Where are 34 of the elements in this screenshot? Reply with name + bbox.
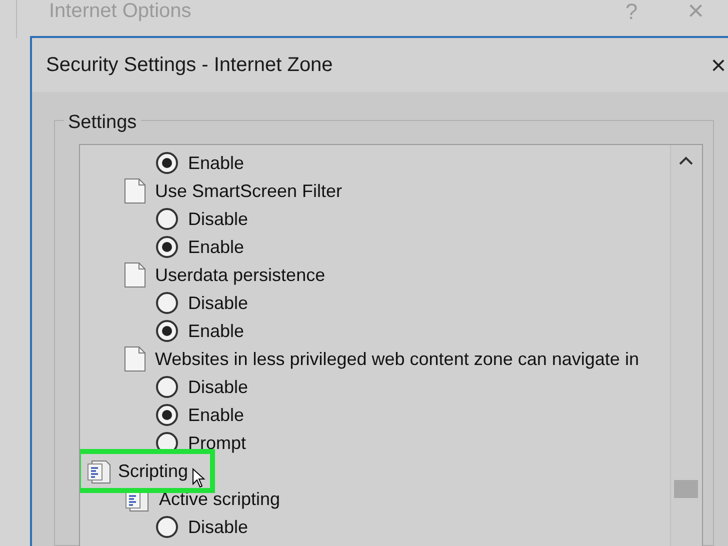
category-label: Scripting xyxy=(118,460,188,483)
scroll-thumb[interactable] xyxy=(674,480,698,498)
radio-button[interactable] xyxy=(156,376,178,398)
help-button[interactable]: ? xyxy=(625,0,638,28)
close-button[interactable]: × xyxy=(710,46,726,84)
page-icon xyxy=(124,262,146,288)
setting-label: Active scripting xyxy=(159,488,280,511)
option-label: Enable xyxy=(188,152,244,174)
setting-label: Userdata persistence xyxy=(155,264,326,287)
window-title: Internet Options xyxy=(49,0,192,24)
script-icon xyxy=(86,458,112,484)
option-label: Enable xyxy=(188,236,244,258)
dialog-title: Security Settings - Internet Zone xyxy=(46,53,333,78)
option-label: Enable xyxy=(188,320,244,342)
radio-button[interactable] xyxy=(156,208,178,230)
scroll-up-icon[interactable] xyxy=(679,156,693,165)
radio-button[interactable] xyxy=(156,404,178,426)
radio-button[interactable] xyxy=(156,516,178,538)
page-icon xyxy=(124,178,146,204)
page-icon xyxy=(124,346,146,372)
option-label: Disable xyxy=(188,208,248,230)
close-button[interactable]: × xyxy=(688,0,704,32)
setting-label: Use SmartScreen Filter xyxy=(155,180,342,202)
radio-button[interactable] xyxy=(156,320,178,342)
cursor-icon xyxy=(192,468,206,488)
option-label: Enable xyxy=(188,404,244,426)
radio-button[interactable] xyxy=(156,236,178,258)
option-label: Disable xyxy=(188,376,248,398)
setting-label: Websites in less privileged web content zone can navigate in xyxy=(155,348,639,371)
option-label: Prompt xyxy=(188,432,246,455)
radio-button[interactable] xyxy=(156,292,178,314)
option-label: Disable xyxy=(188,516,248,538)
option-label: Disable xyxy=(188,292,248,314)
radio-button[interactable] xyxy=(156,152,178,174)
